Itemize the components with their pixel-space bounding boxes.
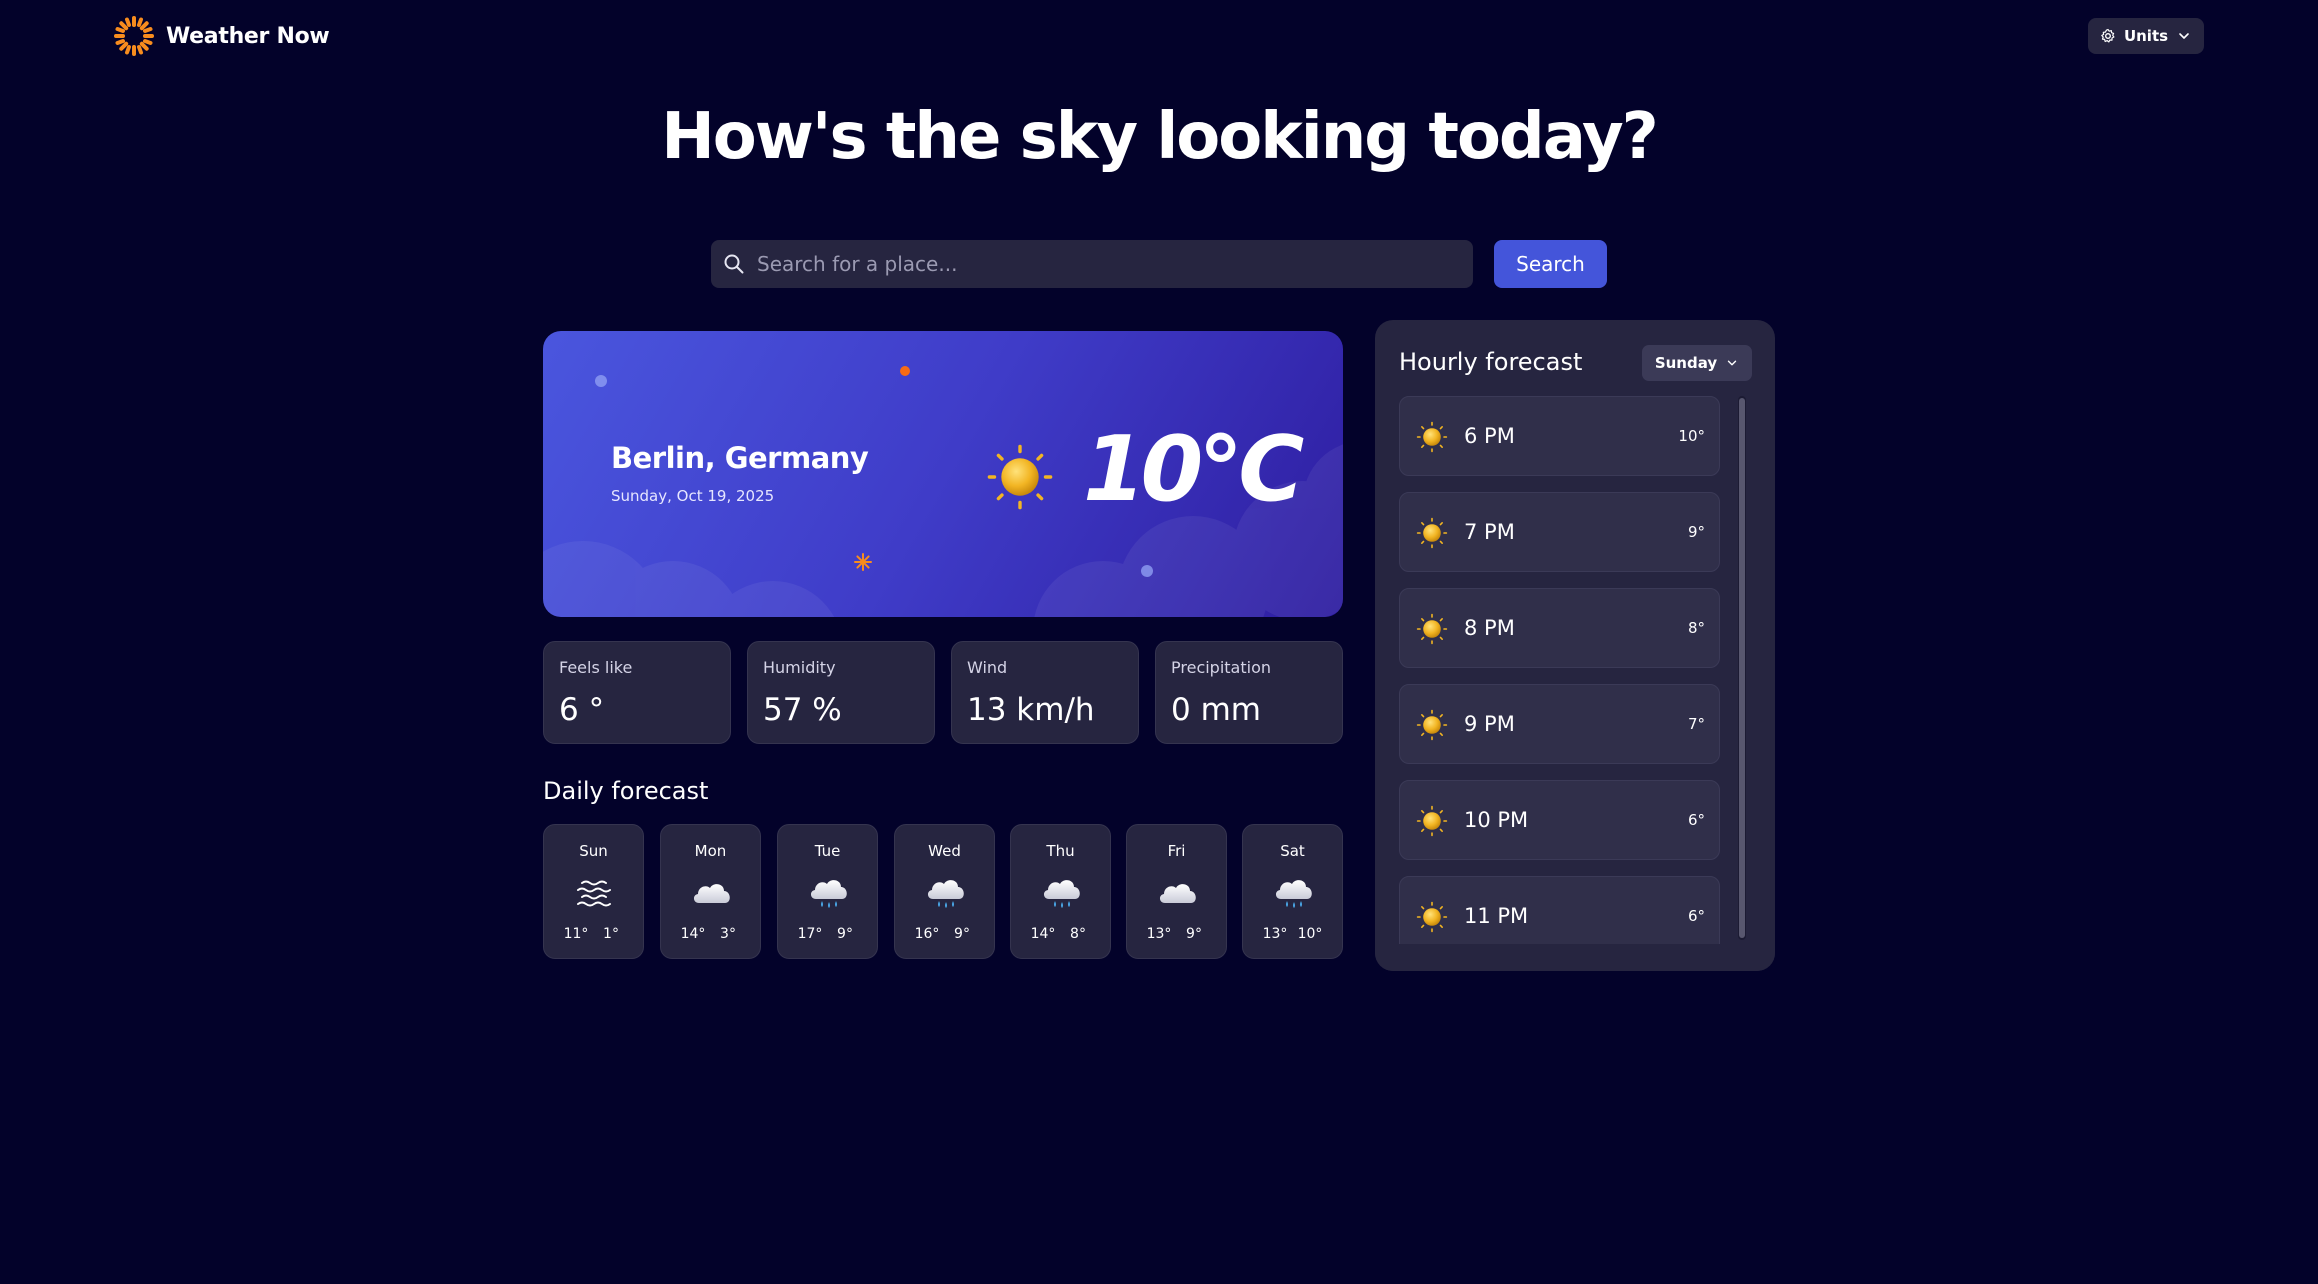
day-select-dropdown[interactable]: Sunday [1642, 345, 1752, 381]
rain-icon [806, 873, 852, 913]
stat-card-precipitation: Precipitation 0 mm [1155, 641, 1343, 744]
selected-day-label: Sunday [1654, 354, 1718, 372]
sunny-icon [1416, 901, 1448, 933]
gear-icon [2101, 28, 2115, 43]
rain-icon [923, 873, 969, 913]
daily-card-fri: Fri 13° 9° [1126, 824, 1227, 959]
stat-card-feels-like: Feels like 6 ° [543, 641, 731, 744]
hour-temp: 8° [1687, 619, 1705, 637]
day-low-temp: 1° [603, 926, 619, 942]
top-bar: Weather Now Units [114, 14, 2204, 58]
sun-logo-icon [114, 16, 154, 56]
day-name: Mon [694, 842, 727, 860]
stat-value: 13 km/h [967, 692, 1095, 728]
hourly-row: 9 PM 7° [1399, 684, 1720, 764]
current-date: Sunday, Oct 19, 2025 [611, 487, 775, 505]
hourly-row: 6 PM 10° [1399, 396, 1720, 476]
location-name: Berlin, Germany [611, 441, 869, 475]
rain-icon [1039, 873, 1085, 913]
app-logo[interactable]: Weather Now [114, 14, 330, 58]
stat-label: Humidity [763, 658, 836, 677]
page: Weather Now Units How's the sky looking … [0, 0, 2318, 1284]
hour-temp: 9° [1687, 523, 1705, 541]
day-name: Sun [579, 842, 608, 860]
hour-temp: 6° [1687, 907, 1705, 925]
units-dropdown-button[interactable]: Units [2088, 18, 2204, 54]
stat-label: Feels like [559, 658, 633, 677]
day-name: Thu [1046, 842, 1075, 860]
day-low-temp: 8° [1070, 926, 1086, 942]
hourly-forecast-panel: Hourly forecast Sunday 6 PM 10° 7 PM 9° … [1375, 320, 1775, 971]
page-headline: How's the sky looking today? [661, 100, 1659, 174]
hour-time: 8 PM [1464, 616, 1515, 640]
search-input[interactable] [757, 240, 1457, 288]
search-box [711, 240, 1473, 288]
stat-card-humidity: Humidity 57 % [747, 641, 935, 744]
stat-value: 0 mm [1171, 692, 1261, 728]
cloud-icon [689, 873, 735, 913]
search-icon [724, 254, 744, 274]
hourly-scrollbar-thumb[interactable] [1739, 398, 1745, 938]
daily-card-thu: Thu 14° 8° [1010, 824, 1111, 959]
chevron-down-icon [1727, 360, 1737, 366]
sunny-icon [1416, 709, 1448, 741]
hour-time: 11 PM [1464, 904, 1529, 928]
stat-label: Wind [967, 658, 1008, 677]
hour-temp: 10° [1678, 427, 1705, 445]
daily-card-sun: Sun 11° 1° [543, 824, 644, 959]
app-name: Weather Now [166, 23, 330, 49]
current-weather-card: Berlin, Germany Sunday, Oct 19, 2025 10°… [543, 331, 1343, 617]
rain-icon [1271, 873, 1317, 913]
sunny-icon [1416, 421, 1448, 453]
day-low-temp: 10° [1297, 926, 1323, 942]
hour-time: 7 PM [1464, 520, 1515, 544]
day-low-temp: 3° [720, 926, 736, 942]
day-low-temp: 9° [954, 926, 970, 942]
stat-value: 6 ° [559, 692, 605, 728]
day-name: Tue [814, 842, 841, 860]
daily-forecast-title: Daily forecast [543, 777, 709, 805]
stat-label: Precipitation [1171, 658, 1272, 677]
sunny-icon [1416, 517, 1448, 549]
sunny-icon [1416, 613, 1448, 645]
cloud-icon [1155, 873, 1201, 913]
hourly-row: 7 PM 9° [1399, 492, 1720, 572]
hourly-forecast-title: Hourly forecast [1399, 348, 1583, 376]
day-name: Sat [1280, 842, 1305, 860]
hour-temp: 7° [1687, 715, 1705, 733]
sunny-icon [986, 443, 1054, 511]
chevron-down-icon [2179, 33, 2189, 39]
stat-card-wind: Wind 13 km/h [951, 641, 1139, 744]
sunny-icon [1416, 805, 1448, 837]
fog-icon [572, 873, 618, 913]
stat-value: 57 % [763, 692, 842, 728]
hour-temp: 6° [1687, 811, 1705, 829]
daily-card-wed: Wed 16° 9° [894, 824, 995, 959]
day-name: Fri [1167, 842, 1186, 860]
units-label: Units [2123, 27, 2169, 45]
day-low-temp: 9° [1186, 926, 1202, 942]
current-temperature: 10°C [1083, 417, 1304, 522]
hour-time: 6 PM [1464, 424, 1515, 448]
daily-card-tue: Tue 17° 9° [777, 824, 878, 959]
hour-time: 9 PM [1464, 712, 1515, 736]
daily-card-sat: Sat 13° 10° [1242, 824, 1343, 959]
day-name: Wed [928, 842, 961, 860]
hourly-row: 10 PM 6° [1399, 780, 1720, 860]
hourly-scrollbar[interactable] [1738, 396, 1746, 940]
daily-card-mon: Mon 14° 3° [660, 824, 761, 959]
search-button[interactable]: Search [1494, 240, 1607, 288]
day-low-temp: 9° [837, 926, 853, 942]
hourly-list-bottom-mask [1375, 944, 1775, 971]
hour-time: 10 PM [1464, 808, 1529, 832]
hourly-row: 8 PM 8° [1399, 588, 1720, 668]
